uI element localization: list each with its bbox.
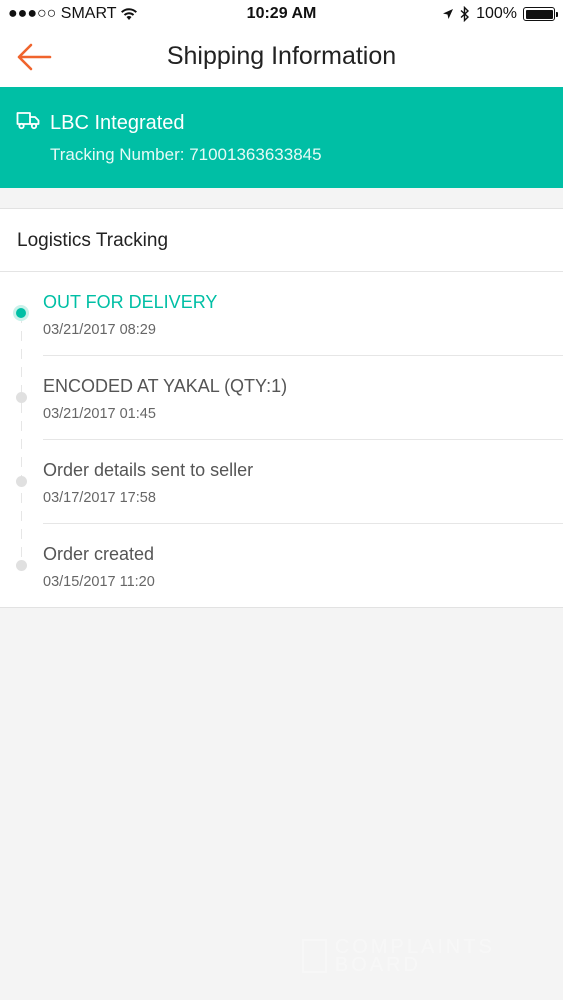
tracking-number[interactable]: Tracking Number: 71001363633845 (50, 145, 322, 165)
carrier-name: LBC Integrated (50, 112, 185, 134)
battery-percent: 100% (476, 5, 517, 22)
timeline-dot (16, 560, 27, 571)
timeline-event: ENCODED AT YAKAL (QTY:1) 03/21/2017 01:4… (0, 356, 563, 440)
logistics-tracking-card: Logistics Tracking OUT FOR DELIVERY 03/2… (0, 208, 563, 608)
bluetooth-icon (460, 6, 470, 22)
shipment-banner: LBC Integrated Tracking Number: 71001363… (0, 87, 563, 188)
timeline-dot (16, 392, 27, 403)
truck-icon (16, 112, 40, 130)
event-time: 03/15/2017 11:20 (43, 574, 155, 590)
event-title: Order details sent to seller (43, 460, 254, 480)
battery-icon (523, 7, 558, 21)
event-title: ENCODED AT YAKAL (QTY:1) (43, 376, 288, 396)
event-time: 03/17/2017 17:58 (43, 490, 156, 506)
timeline-event: Order created 03/15/2017 11:20 (0, 524, 563, 608)
status-right: 100% (442, 5, 558, 23)
timeline-dot-active (16, 308, 26, 318)
timeline-event: OUT FOR DELIVERY 03/21/2017 08:29 (0, 272, 563, 356)
location-arrow-icon (443, 9, 454, 19)
timeline-dot (16, 476, 27, 487)
timeline-event: Order details sent to seller 03/17/2017 … (0, 440, 563, 524)
watermark-icon (302, 939, 327, 973)
event-time: 03/21/2017 01:45 (43, 406, 156, 422)
nav-header: Shipping Information (0, 30, 563, 87)
watermark-text: COMPLAINTS BOARD (334, 936, 495, 976)
watermark-logo: COMPLAINTS BOARD (302, 937, 512, 975)
event-title: OUT FOR DELIVERY (43, 292, 218, 312)
section-title: Logistics Tracking (17, 230, 169, 251)
status-bar: ●●●○○ SMART 10:29 AM 100% (0, 0, 563, 30)
event-time: 03/21/2017 08:29 (43, 322, 156, 338)
page-title: Shipping Information (166, 42, 397, 70)
event-title: Order created (43, 544, 155, 564)
